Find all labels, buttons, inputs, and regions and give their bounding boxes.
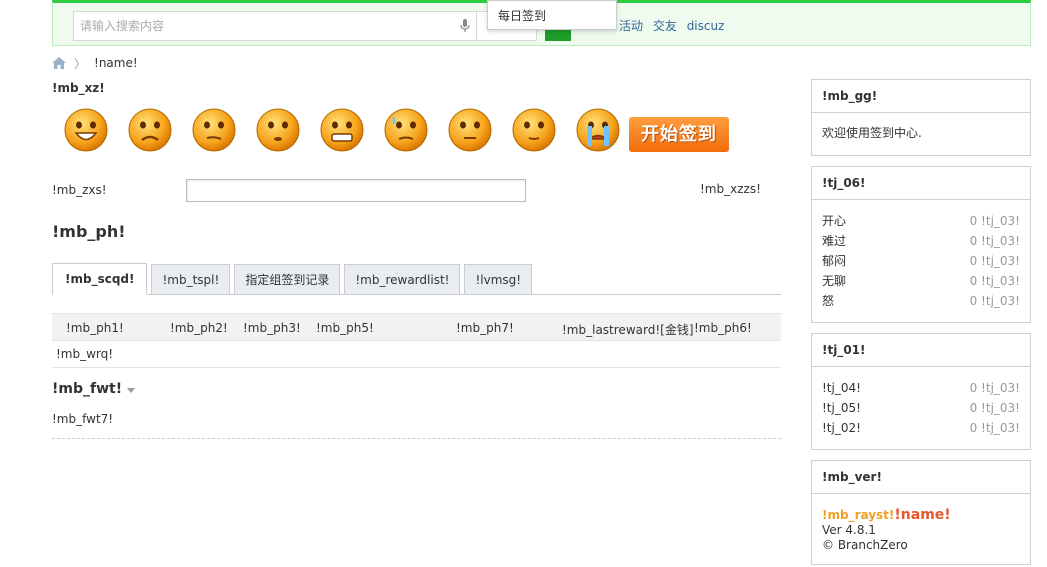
stat-value: 0 !tj_03!	[969, 381, 1020, 395]
version-title: !mb_ver!	[812, 461, 1030, 494]
version-box: !mb_ver! !mb_rayst!!name! Ver 4.8.1 © Br…	[811, 460, 1031, 565]
breadcrumb-current: !name!	[94, 56, 138, 70]
dashed-divider	[52, 438, 781, 439]
tab-rewardlist[interactable]: !mb_rewardlist!	[344, 264, 461, 295]
stat-label: !tj_04!	[822, 381, 861, 395]
kaixin-face-icon[interactable]	[62, 106, 110, 154]
tab-scqd[interactable]: !mb_scqd!	[52, 263, 148, 295]
header-links: 活动 交友 discuz	[619, 17, 730, 34]
stat-row: 无聊 0 !tj_03!	[822, 271, 1020, 291]
stat-row: 难过 0 !tj_03!	[822, 231, 1020, 251]
stat-label: 怒	[822, 294, 835, 308]
col-ph6: !mb_ph6!	[694, 321, 752, 335]
mood-title: !mb_xz!	[52, 81, 105, 95]
notice-title: !mb_gg!	[812, 80, 1030, 113]
mood-stats-title: !tj_06!	[812, 167, 1030, 200]
breadcrumb-separator: 〉	[74, 56, 87, 71]
stat-row: 开心 0 !tj_03!	[822, 211, 1020, 231]
stat-row: 怒 0 !tj_03!	[822, 291, 1020, 311]
tab-tspl[interactable]: !mb_tspl!	[151, 264, 231, 295]
fen-face-icon[interactable]	[446, 106, 494, 154]
version-name-part1: !mb_rayst!	[822, 508, 895, 522]
stat-value: 0 !tj_03!	[969, 421, 1020, 435]
link-jiaoyou[interactable]: 交友	[653, 19, 677, 33]
stat-value: 0 !tj_03!	[969, 214, 1020, 228]
sign-stats-title: !tj_01!	[812, 334, 1030, 367]
wuliao-face-icon[interactable]	[254, 106, 302, 154]
stat-label: 郁闷	[822, 254, 847, 268]
start-sign-button[interactable]: 开始签到	[629, 117, 729, 152]
sign-stats-box: !tj_01! !tj_04! 0 !tj_03! !tj_05! 0 !tj_03…	[811, 333, 1031, 450]
stat-value: 0 !tj_03!	[969, 274, 1020, 288]
col-ph2: !mb_ph2!	[170, 321, 228, 335]
version-copyright: © BranchZero	[822, 538, 908, 552]
stat-row: 郁闷 0 !tj_03!	[822, 251, 1020, 271]
dropdown-item-daily-sign[interactable]: 每日签到	[498, 7, 546, 24]
nu-face-icon[interactable]	[318, 106, 366, 154]
search-box	[73, 11, 477, 41]
tab-lvmsg[interactable]: !lvmsg!	[464, 264, 533, 295]
stat-label: !tj_02!	[822, 421, 861, 435]
stat-value: 0 !tj_03!	[969, 401, 1020, 415]
ku-face-icon[interactable]	[574, 106, 622, 154]
fwt-title[interactable]: !mb_fwt!	[52, 381, 136, 397]
version-number: Ver 4.8.1	[822, 523, 876, 537]
col-lastreward: !mb_lastreward![金钱]	[562, 323, 694, 337]
shui-face-icon[interactable]	[510, 106, 558, 154]
mood-faces	[62, 106, 638, 154]
nanguo-face-icon[interactable]	[126, 106, 174, 154]
col-ph5: !mb_ph5!	[316, 321, 374, 335]
link-huodong[interactable]: 活动	[619, 19, 643, 33]
stat-value: 0 !tj_03!	[969, 294, 1020, 308]
fwt-text: !mb_fwt7!	[52, 412, 114, 426]
stat-label: 难过	[822, 234, 847, 248]
yumen-face-icon[interactable]	[190, 106, 238, 154]
search-input[interactable]	[74, 12, 454, 40]
rank-table-header: !mb_ph1! !mb_ph2! !mb_ph3! !mb_ph5! !mb_…	[52, 313, 781, 341]
version-name-part2: !name!	[894, 507, 951, 523]
stat-label: 无聊	[822, 274, 847, 288]
col-ph7: !mb_ph7!	[456, 321, 514, 335]
notice-text: 欢迎使用签到中心.	[822, 126, 922, 140]
microphone-icon[interactable]	[460, 19, 470, 33]
rank-title: !mb_ph!	[52, 222, 126, 241]
rank-tabs: !mb_scqd! !mb_tspl! 指定组签到记录 !mb_rewardli…	[52, 263, 781, 295]
stat-label: !tj_05!	[822, 401, 861, 415]
stat-label: 开心	[822, 214, 847, 228]
stat-value: 0 !tj_03!	[969, 234, 1020, 248]
col-ph1: !mb_ph1!	[66, 321, 124, 335]
mood-stats-box: !tj_06! 开心 0 !tj_03! 难过 0 !tj_03! 郁闷 0 !tj_…	[811, 166, 1031, 323]
col-ph3: !mb_ph3!	[243, 321, 301, 335]
fwt-title-text: !mb_fwt!	[52, 381, 123, 397]
notice-box: !mb_gg! 欢迎使用签到中心.	[811, 79, 1031, 156]
ca-han-face-icon[interactable]	[382, 106, 430, 154]
say-label: !mb_zxs!	[52, 183, 107, 197]
say-input[interactable]	[186, 179, 526, 202]
rank-empty-row: !mb_wrq!	[52, 341, 781, 368]
caret-down-icon	[127, 387, 136, 393]
stat-row: !tj_02! 0 !tj_03!	[822, 418, 1020, 438]
home-icon[interactable]	[52, 57, 66, 69]
stat-value: 0 !tj_03!	[969, 254, 1020, 268]
say-hint: !mb_xzzs!	[700, 182, 761, 196]
stat-row: !tj_05! 0 !tj_03!	[822, 398, 1020, 418]
stat-row: !tj_04! 0 !tj_03!	[822, 378, 1020, 398]
link-discuz[interactable]: discuz	[687, 19, 725, 33]
version-name: !mb_rayst!!name!	[822, 508, 1020, 523]
nav-dropdown-menu: 每日签到	[487, 0, 617, 30]
breadcrumb: 〉 !name!	[52, 55, 138, 71]
tab-group-sign-records[interactable]: 指定组签到记录	[234, 264, 341, 295]
